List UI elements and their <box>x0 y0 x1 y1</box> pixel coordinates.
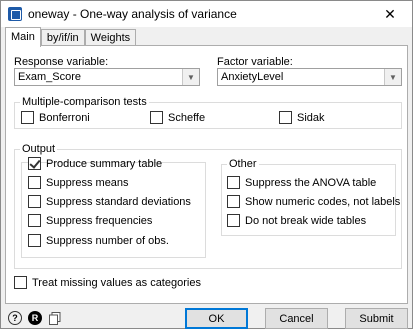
checkbox-box[interactable] <box>150 111 163 124</box>
stata-app-icon <box>8 7 22 21</box>
checkbox-box[interactable] <box>28 157 41 170</box>
title-bar: oneway - One-way analysis of variance ✕ <box>1 1 412 27</box>
show-numeric-codes-label: Show numeric codes, not labels <box>245 195 401 208</box>
tab-main[interactable]: Main <box>5 27 41 47</box>
copy-icon[interactable] <box>48 311 62 325</box>
scheffe-checkbox[interactable]: Scheffe <box>150 111 205 124</box>
response-variable-value: Exam_Score <box>18 71 81 83</box>
suppress-anova-table-checkbox[interactable]: Suppress the ANOVA table <box>227 176 376 189</box>
cancel-button[interactable]: Cancel <box>265 308 328 329</box>
main-panel: Response variable: Exam_Score ▼ Factor v… <box>5 45 408 304</box>
dialog-window: oneway - One-way analysis of variance ✕ … <box>0 0 413 329</box>
suppress-means-checkbox[interactable]: Suppress means <box>28 176 129 189</box>
bonferroni-label: Bonferroni <box>39 111 90 124</box>
checkbox-box[interactable] <box>28 214 41 227</box>
checkbox-box[interactable] <box>279 111 292 124</box>
show-numeric-codes-checkbox[interactable]: Show numeric codes, not labels <box>227 195 400 208</box>
response-variable-label: Response variable: <box>14 56 109 68</box>
checkbox-box[interactable] <box>14 276 27 289</box>
do-not-break-wide-tables-label: Do not break wide tables <box>245 214 367 227</box>
sidak-checkbox[interactable]: Sidak <box>279 111 325 124</box>
checkbox-box[interactable] <box>21 111 34 124</box>
submit-button[interactable]: Submit <box>345 308 408 329</box>
produce-summary-table-checkbox[interactable]: Produce summary table <box>28 157 162 170</box>
output-title: Output <box>20 143 58 155</box>
suppress-number-of-obs-checkbox[interactable]: Suppress number of obs. <box>28 234 169 247</box>
suppress-number-of-obs-label: Suppress number of obs. <box>46 234 169 247</box>
factor-variable-value: AnxietyLevel <box>221 71 284 83</box>
chevron-down-icon[interactable]: ▼ <box>182 69 199 85</box>
factor-variable-label: Factor variable: <box>217 56 293 68</box>
suppress-standard-deviations-checkbox[interactable]: Suppress standard deviations <box>28 195 191 208</box>
chevron-down-icon[interactable]: ▼ <box>384 69 401 85</box>
tab-strip: Main by/if/in Weights <box>5 27 137 47</box>
close-icon[interactable]: ✕ <box>368 1 412 27</box>
ok-button[interactable]: OK <box>185 308 248 329</box>
window-title: oneway - One-way analysis of variance <box>28 7 237 21</box>
response-variable-combo[interactable]: Exam_Score ▼ <box>14 68 200 86</box>
reset-icon[interactable]: R <box>28 311 42 325</box>
do-not-break-wide-tables-checkbox[interactable]: Do not break wide tables <box>227 214 366 227</box>
treat-missing-values-checkbox[interactable]: Treat missing values as categories <box>14 276 201 289</box>
suppress-frequencies-checkbox[interactable]: Suppress frequencies <box>28 214 152 227</box>
suppress-anova-table-label: Suppress the ANOVA table <box>245 176 377 189</box>
suppress-means-label: Suppress means <box>46 176 129 189</box>
scheffe-label: Scheffe <box>168 111 206 124</box>
help-icon[interactable]: ? <box>8 311 22 325</box>
bonferroni-checkbox[interactable]: Bonferroni <box>21 111 90 124</box>
checkbox-box[interactable] <box>227 195 240 208</box>
checkbox-box[interactable] <box>227 214 240 227</box>
treat-missing-values-label: Treat missing values as categories <box>32 276 201 289</box>
other-title: Other <box>227 158 259 170</box>
checkbox-box[interactable] <box>227 176 240 189</box>
checkbox-box[interactable] <box>28 176 41 189</box>
factor-variable-combo[interactable]: AnxietyLevel ▼ <box>217 68 402 86</box>
checkbox-box[interactable] <box>28 195 41 208</box>
checkbox-box[interactable] <box>28 234 41 247</box>
suppress-frequencies-label: Suppress frequencies <box>46 214 153 227</box>
suppress-standard-deviations-label: Suppress standard deviations <box>46 195 191 208</box>
sidak-label: Sidak <box>297 111 325 124</box>
produce-summary-table-label: Produce summary table <box>46 157 163 170</box>
multiple-comparison-title: Multiple-comparison tests <box>20 96 149 108</box>
